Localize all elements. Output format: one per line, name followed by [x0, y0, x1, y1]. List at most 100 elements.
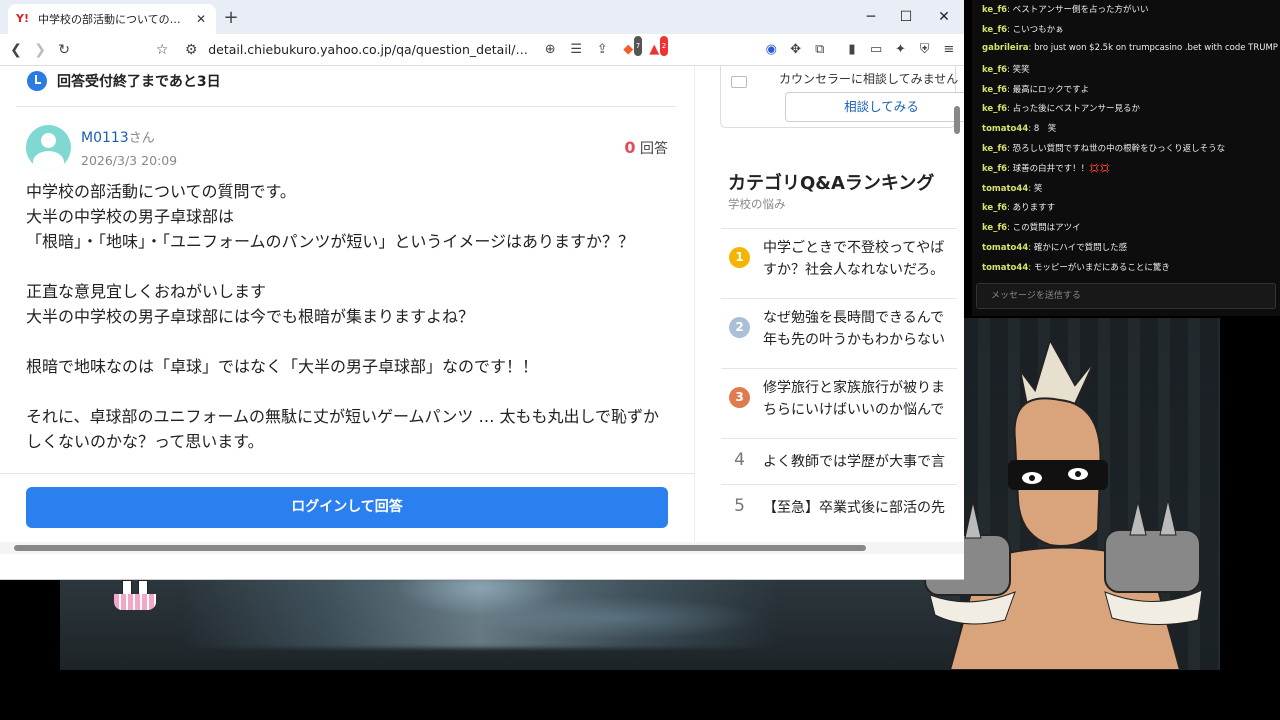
page-content: 回答受付終了まであと3日 M0113さん 2026/3/3 20:09 0 回答…: [0, 66, 964, 546]
ranking-item-text[interactable]: 修学旅行と家族旅行が被りまちらにいけばいいのか悩んで: [763, 377, 955, 421]
chat-message: ke_f6: こいつもかぁ: [982, 25, 1064, 35]
chat-username[interactable]: ke_f6: [982, 85, 1007, 95]
sidebar-icon[interactable]: ▮: [843, 40, 861, 60]
question-line: 大半の中学校の男子卓球部は: [26, 207, 235, 226]
zoom-icon[interactable]: ⊕: [540, 40, 560, 60]
divider: [16, 106, 676, 107]
chat-message: tomato44: 笑: [982, 184, 1043, 194]
ranking-item-text[interactable]: 中学ごときで不登校ってやばすか？社会人なれないだろ。: [763, 237, 955, 281]
chat-username[interactable]: ke_f6: [982, 5, 1007, 15]
punk-character: [924, 337, 1203, 670]
vertical-scrollbar[interactable]: [954, 106, 960, 134]
chat-message: tomato44: モッピーがいまだにあることに驚き: [982, 263, 1170, 273]
menu-icon[interactable]: ≡: [940, 40, 958, 60]
profile-icon[interactable]: ◉: [762, 40, 780, 60]
chat-username[interactable]: ke_f6: [982, 203, 1007, 213]
counsel-text: カウンセラーに相談してみません: [779, 72, 959, 86]
back-icon[interactable]: ❮: [6, 39, 26, 61]
chat-username[interactable]: ke_f6: [982, 25, 1007, 35]
tab-active[interactable]: Y! 中学校の部活動についての質問で可 ✕: [8, 4, 216, 34]
chat-text: 笑: [1033, 184, 1043, 194]
chat-text: こいつもかぁ: [1012, 25, 1064, 35]
ranking-item[interactable]: 5 【至急】卒業式後に部活の先: [721, 484, 957, 530]
answer-count: 0 回答: [624, 138, 668, 158]
brave-shield-icon[interactable]: ◆ 7: [618, 35, 643, 60]
ranking-title: カテゴリQ&Aランキング: [728, 173, 935, 194]
forward-icon[interactable]: ❯: [30, 39, 50, 61]
chat-username[interactable]: tomato44: [982, 243, 1028, 253]
chat-username[interactable]: tomato44: [982, 263, 1028, 273]
url-text: detail.chiebukuro.yahoo.co.jp/qa/questio…: [208, 42, 529, 57]
puddle-reflection: [180, 578, 780, 648]
rewards-icon[interactable]: ▲ 2: [644, 35, 669, 60]
mascot-skirt: [114, 594, 156, 610]
ranking-item-text[interactable]: よく教師では学歴が大事で言: [763, 451, 955, 473]
ranking-item[interactable]: 1 中学ごときで不登校ってやばすか？社会人なれないだろ。: [721, 228, 957, 288]
question-date: 2026/3/3 20:09: [81, 153, 178, 168]
chat-input[interactable]: メッセージを送信する: [976, 283, 1276, 309]
address-bar[interactable]: ⚙ detail.chiebukuro.yahoo.co.jp/qa/quest…: [180, 35, 740, 63]
chat-text: ありますす: [1012, 203, 1056, 213]
extensions-icon[interactable]: ✥: [786, 40, 804, 60]
ranking-item[interactable]: 2 なぜ勉強を長時間できるんで年も先の叶うかもわからない: [721, 298, 957, 358]
reader-icon[interactable]: ☰: [566, 40, 586, 60]
chat-message: ke_f6: 最高にロックですよ: [982, 85, 1090, 95]
chat-username[interactable]: gabrileira: [982, 43, 1029, 53]
chat-text: 占った後にベストアンサー見るか: [1012, 104, 1140, 114]
minimize-button[interactable]: ─: [860, 6, 882, 28]
reload-icon[interactable]: ↻: [54, 39, 74, 61]
ranking-item-text[interactable]: なぜ勉強を長時間できるんで年も先の叶うかもわからない: [763, 307, 955, 351]
tab-close-icon[interactable]: ✕: [194, 12, 208, 26]
chat-username[interactable]: ke_f6: [982, 164, 1007, 174]
wallet-icon[interactable]: ▭: [867, 40, 885, 60]
answer-count-number: 0: [624, 138, 636, 157]
ranking-item[interactable]: 3 修学旅行と家族旅行が被りまちらにいけばいいのか悩んで: [721, 368, 957, 428]
chat-message: ke_f6: 恐ろしい質問ですね世の中の根幹をひっくり返しそうな: [982, 144, 1226, 154]
bookmark-icon[interactable]: ☆: [152, 39, 172, 61]
chat-text: 8 笑: [1033, 124, 1057, 134]
ranking-subtitle[interactable]: 学校の悩み: [728, 196, 786, 212]
consult-button[interactable]: 相談してみる: [785, 92, 964, 122]
question-author[interactable]: M0113さん: [81, 127, 155, 146]
maximize-button[interactable]: ☐: [895, 6, 917, 28]
tab-bar: Y! 中学校の部活動についての質問で可 ✕ + ─ ☐ ✕: [0, 0, 964, 34]
chat-username[interactable]: ke_f6: [982, 144, 1007, 154]
yahoo-favicon-icon: Y!: [16, 12, 29, 25]
counsel-box: カウンセラーに相談してみません 相談してみる: [720, 66, 964, 128]
chat-username[interactable]: ke_f6: [982, 223, 1007, 233]
answer-count-label: 回答: [640, 141, 668, 157]
avatar[interactable]: [26, 125, 71, 170]
browser-toolbar: ❮ ❯ ↻ ☆ ⚙ detail.chiebukuro.yahoo.co.jp/…: [0, 34, 964, 66]
vpn-icon[interactable]: ⛨: [916, 40, 934, 60]
share-icon[interactable]: ⇪: [592, 40, 612, 60]
horizontal-scrollbar[interactable]: [14, 545, 866, 551]
leo-icon[interactable]: ✦: [891, 40, 909, 60]
chat-text: 最高にロックですよ: [1012, 85, 1090, 95]
browser-window: Y! 中学校の部活動についての質問で可 ✕ + ─ ☐ ✕ ❮ ❯ ↻ ☆ ⚙ …: [0, 0, 964, 580]
sidebar: カウンセラーに相談してみません 相談してみる カテゴリQ&Aランキング 学校の悩…: [694, 66, 964, 546]
chat-text: モッピーがいまだにあることに驚き: [1033, 263, 1170, 273]
author-name[interactable]: M0113: [81, 130, 129, 146]
chat-username[interactable]: ke_f6: [982, 104, 1007, 114]
screenshot-icon[interactable]: ⧉: [811, 40, 829, 60]
ranking-item[interactable]: 4 よく教師では学歴が大事で言: [721, 438, 957, 484]
chat-text: bro just won $2.5k on trumpcasino .bet w…: [1034, 43, 1278, 53]
close-window-button[interactable]: ✕: [933, 6, 955, 28]
chat-message: ke_f6: この質問はアツイ: [982, 223, 1081, 233]
site-settings-icon[interactable]: ⚙: [180, 39, 202, 61]
ranking-item-text[interactable]: 【至急】卒業式後に部活の先: [763, 497, 955, 519]
new-tab-button[interactable]: +: [220, 8, 242, 30]
chat-username[interactable]: ke_f6: [982, 65, 1007, 75]
author-suffix: さん: [128, 131, 155, 146]
question-line: それに、卓球部のユニフォームの無駄に丈が短いゲームパンツ … 太もも丸出しで恥ず…: [26, 407, 660, 451]
question-line: 大半の中学校の男子卓球部には今でも根暗が集まりますよね？: [26, 307, 475, 326]
chat-text: 球善の白井です！！💢💢: [1012, 164, 1111, 174]
chat-text: 確かにハイで質問した感: [1033, 243, 1128, 253]
question-line: 正直な意見宜しくおねがいします: [26, 282, 267, 301]
question-panel: 回答受付終了まであと3日 M0113さん 2026/3/3 20:09 0 回答…: [0, 66, 694, 546]
chat-username[interactable]: tomato44: [982, 184, 1028, 194]
chat-username[interactable]: tomato44: [982, 124, 1028, 134]
login-answer-button[interactable]: ログインして回答: [26, 487, 668, 528]
question-body: 中学校の部活動についての質問です。 大半の中学校の男子卓球部は 「根暗」・「地味…: [26, 179, 666, 454]
